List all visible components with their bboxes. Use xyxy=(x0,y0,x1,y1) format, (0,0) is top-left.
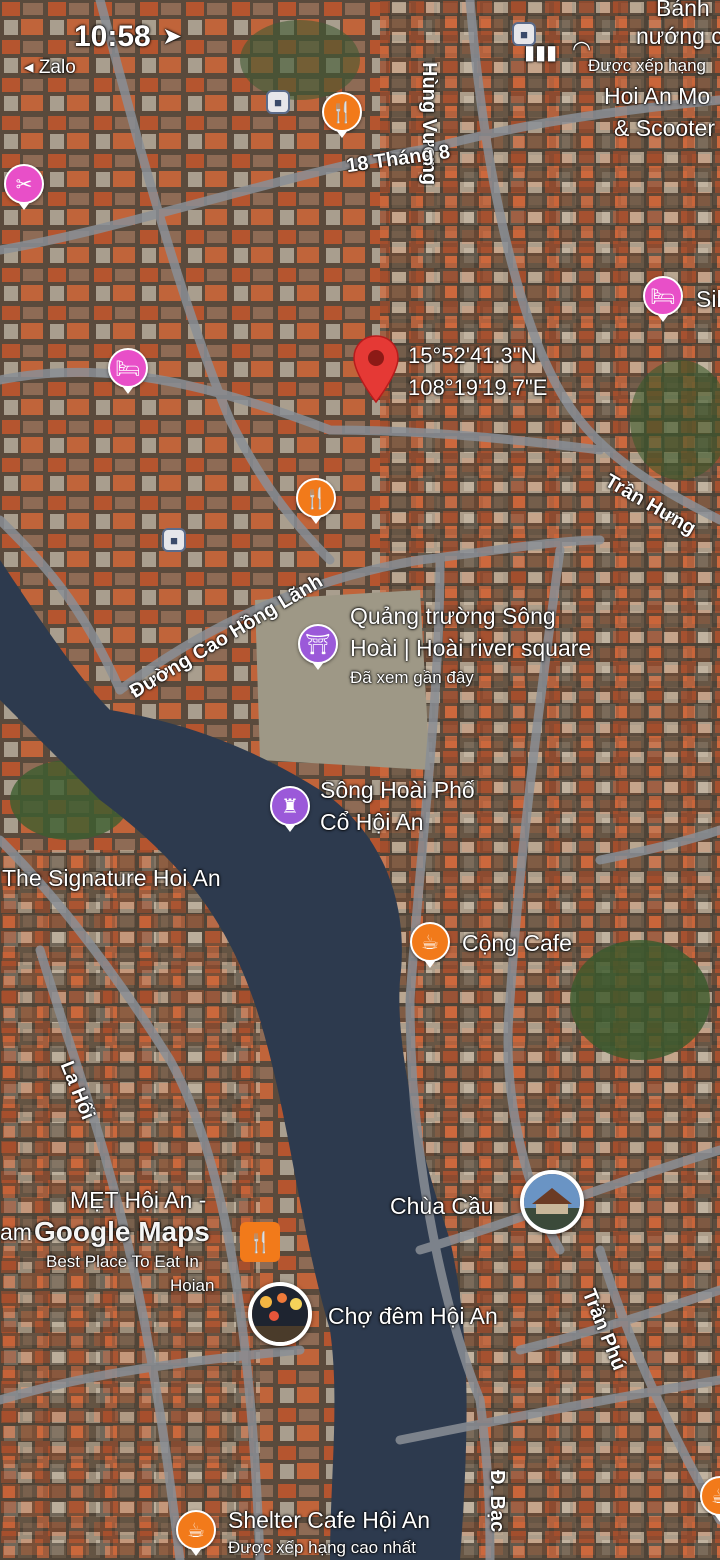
place-signature[interactable]: The Signature Hoi An xyxy=(2,864,221,892)
night-market-photo-icon xyxy=(252,1286,308,1342)
cup-icon: ☕ xyxy=(421,931,439,954)
place-met-1[interactable]: MẸT Hội An - xyxy=(70,1186,206,1214)
place-shelter[interactable]: Shelter Cafe Hội An xyxy=(228,1506,430,1534)
place-met-2: Best Place To Eat In xyxy=(46,1252,199,1271)
place-cong-cafe[interactable]: Cộng Cafe xyxy=(462,929,572,957)
restaurant-marker[interactable]: 🍴 xyxy=(296,478,336,524)
status-time: 10:58 xyxy=(74,20,151,53)
place-label: Bánh xyxy=(656,0,710,21)
place-label: & Scooter xyxy=(614,115,715,141)
pin-latitude: 15°52'41.3"N xyxy=(408,343,537,368)
cup-icon: ☕ xyxy=(711,1484,720,1509)
place-quang-truong-2[interactable]: Hoài | Hoài river square xyxy=(350,634,591,662)
place-label: Chợ đêm Hội An xyxy=(328,1303,498,1329)
recently-viewed-label: Đã xem gần đây xyxy=(350,668,474,687)
fork-knife-icon: 🍴 xyxy=(329,101,355,124)
place-label: Hoi An Mo xyxy=(604,83,711,109)
place-sil[interactable]: Sil xyxy=(696,285,720,313)
place-shelter-rating: Được xếp hạng cao nhất xyxy=(228,1538,416,1557)
bus-stop-icon[interactable]: ■ xyxy=(512,22,536,46)
place-label: Quảng trường Sông xyxy=(350,603,556,629)
attraction-marker-square[interactable]: ⛩ xyxy=(298,624,338,670)
bus-stop-icon[interactable]: ■ xyxy=(266,90,290,114)
place-chua-cau[interactable]: Chùa Cầu xyxy=(390,1192,494,1220)
place-label: nướng c xyxy=(636,23,720,49)
temple-photo-icon xyxy=(524,1174,580,1230)
place-banh-nuong[interactable]: Bánh xyxy=(656,0,710,22)
bed-icon: 🛏 xyxy=(650,285,676,308)
monument-icon: ⛩ xyxy=(305,633,331,656)
google-maps-logo: Google Maps xyxy=(34,1216,210,1247)
hotel-marker[interactable]: 🛏 xyxy=(643,276,683,322)
tower-icon: ♜ xyxy=(281,795,299,818)
location-arrow-icon: ➤ xyxy=(162,23,183,50)
place-label: MẸT Hội An - xyxy=(70,1187,207,1213)
pin-longitude: 108°19'19.7"E xyxy=(408,375,548,400)
place-label: Cộng Cafe xyxy=(462,930,572,956)
place-song-hoai-2[interactable]: Cổ Hội An xyxy=(320,808,424,836)
place-song-hoai-1[interactable]: Sông Hoài Phố xyxy=(320,776,475,804)
place-met-3: Hoian xyxy=(170,1276,215,1295)
back-app-label: Zalo xyxy=(38,57,76,78)
road-bach-dang: Đ. Bạc xyxy=(486,1470,508,1533)
bed-icon: 🛏 xyxy=(115,357,141,380)
place-label: Shelter Cafe Hội An xyxy=(228,1507,431,1533)
photo-marker-cho-dem[interactable] xyxy=(248,1282,312,1346)
bus-stop-icon[interactable]: ■ xyxy=(162,528,186,552)
place-cho-dem[interactable]: Chợ đêm Hội An xyxy=(328,1302,498,1330)
place-label: Sil xyxy=(696,286,720,312)
fork-knife-icon: 🍴 xyxy=(303,487,329,510)
place-label: Hoài | Hoài river square xyxy=(350,635,592,661)
place-label: Sông Hoài Phố xyxy=(320,777,475,803)
place-label: Chùa Cầu xyxy=(390,1193,494,1219)
restaurant-marker-square[interactable]: 🍴 xyxy=(240,1222,280,1262)
place-banh-nuong-2[interactable]: nướng c xyxy=(636,22,720,50)
cafe-marker-shelter[interactable]: ☕ xyxy=(176,1510,216,1556)
tools-icon: ✂ xyxy=(15,173,33,196)
place-quang-truong-1[interactable]: Quảng trường Sông xyxy=(350,602,556,630)
activity-marker[interactable]: ✂ xyxy=(4,164,44,210)
place-hoi-an-moto-2[interactable]: & Scooter xyxy=(614,114,715,142)
place-label: The Signature Hoi An xyxy=(2,865,221,891)
fork-knife-icon: 🍴 xyxy=(247,1231,273,1254)
cafe-marker-cong[interactable]: ☕ xyxy=(410,922,450,968)
dropped-pin-icon[interactable] xyxy=(352,334,400,404)
place-label: Cổ Hội An xyxy=(320,809,424,835)
cup-icon: ☕ xyxy=(187,1519,205,1542)
place-am: am xyxy=(0,1219,32,1245)
place-rating-badge: Được xếp hạng xyxy=(588,56,706,75)
attraction-marker-song-hoai[interactable]: ♜ xyxy=(270,786,310,832)
place-hoi-an-moto[interactable]: Hoi An Mo xyxy=(604,82,710,110)
restaurant-marker[interactable]: 🍴 xyxy=(322,92,362,138)
hotel-marker[interactable]: 🛏 xyxy=(108,348,148,394)
back-to-app-link[interactable]: ◂ Zalo xyxy=(24,56,76,79)
photo-marker-chua-cau[interactable] xyxy=(520,1170,584,1234)
